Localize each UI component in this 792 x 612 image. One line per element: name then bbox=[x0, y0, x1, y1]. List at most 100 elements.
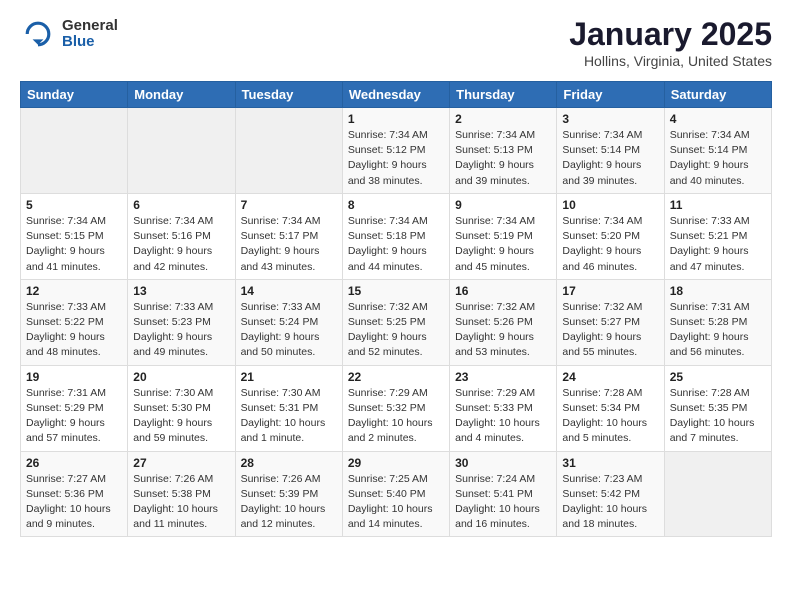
day-info: Sunrise: 7:34 AM Sunset: 5:13 PM Dayligh… bbox=[455, 128, 551, 189]
day-number: 30 bbox=[455, 456, 551, 470]
title-block: January 2025 Hollins, Virginia, United S… bbox=[569, 16, 772, 69]
day-cell: 21 Sunrise: 7:30 AM Sunset: 5:31 PM Dayli… bbox=[235, 365, 342, 451]
day-info: Sunrise: 7:31 AM Sunset: 5:28 PM Dayligh… bbox=[670, 300, 766, 361]
day-info: Sunrise: 7:26 AM Sunset: 5:38 PM Dayligh… bbox=[133, 472, 229, 533]
day-cell: 28 Sunrise: 7:26 AM Sunset: 5:39 PM Dayli… bbox=[235, 451, 342, 537]
day-info: Sunrise: 7:33 AM Sunset: 5:24 PM Dayligh… bbox=[241, 300, 337, 361]
day-cell: 12 Sunrise: 7:33 AM Sunset: 5:22 PM Dayli… bbox=[21, 279, 128, 365]
day-cell: 19 Sunrise: 7:31 AM Sunset: 5:29 PM Dayli… bbox=[21, 365, 128, 451]
day-number: 21 bbox=[241, 370, 337, 384]
day-cell: 2 Sunrise: 7:34 AM Sunset: 5:13 PM Daylig… bbox=[450, 108, 557, 194]
day-number: 25 bbox=[670, 370, 766, 384]
day-number: 24 bbox=[562, 370, 658, 384]
day-number: 11 bbox=[670, 198, 766, 212]
day-number: 16 bbox=[455, 284, 551, 298]
day-number: 22 bbox=[348, 370, 444, 384]
day-number: 20 bbox=[133, 370, 229, 384]
day-info: Sunrise: 7:34 AM Sunset: 5:19 PM Dayligh… bbox=[455, 214, 551, 275]
day-header-saturday: Saturday bbox=[664, 82, 771, 108]
day-header-monday: Monday bbox=[128, 82, 235, 108]
header: General Blue January 2025 Hollins, Virgi… bbox=[20, 16, 772, 69]
day-cell: 31 Sunrise: 7:23 AM Sunset: 5:42 PM Dayli… bbox=[557, 451, 664, 537]
day-number: 28 bbox=[241, 456, 337, 470]
day-cell: 6Sunrise: 7:34 AM Sunset: 5:16 PM Daylig… bbox=[128, 193, 235, 279]
day-info: Sunrise: 7:25 AM Sunset: 5:40 PM Dayligh… bbox=[348, 472, 444, 533]
day-info: Sunrise: 7:32 AM Sunset: 5:27 PM Dayligh… bbox=[562, 300, 658, 361]
day-header-tuesday: Tuesday bbox=[235, 82, 342, 108]
day-info: Sunrise: 7:30 AM Sunset: 5:31 PM Dayligh… bbox=[241, 386, 337, 447]
day-info: Sunrise: 7:33 AM Sunset: 5:21 PM Dayligh… bbox=[670, 214, 766, 275]
day-number: 9 bbox=[455, 198, 551, 212]
day-cell: 27 Sunrise: 7:26 AM Sunset: 5:38 PM Dayli… bbox=[128, 451, 235, 537]
day-cell: 15Sunrise: 7:32 AM Sunset: 5:25 PM Dayli… bbox=[342, 279, 449, 365]
day-cell: 9 Sunrise: 7:34 AM Sunset: 5:19 PM Daylig… bbox=[450, 193, 557, 279]
day-number: 12 bbox=[26, 284, 122, 298]
day-info: Sunrise: 7:30 AM Sunset: 5:30 PM Dayligh… bbox=[133, 386, 229, 447]
day-info: Sunrise: 7:34 AM Sunset: 5:17 PM Dayligh… bbox=[241, 214, 337, 275]
day-number: 3 bbox=[562, 112, 658, 126]
day-cell: 8Sunrise: 7:34 AM Sunset: 5:18 PM Daylig… bbox=[342, 193, 449, 279]
day-info: Sunrise: 7:23 AM Sunset: 5:42 PM Dayligh… bbox=[562, 472, 658, 533]
day-cell: 23 Sunrise: 7:29 AM Sunset: 5:33 PM Dayli… bbox=[450, 365, 557, 451]
day-number: 4 bbox=[670, 112, 766, 126]
day-info: Sunrise: 7:28 AM Sunset: 5:34 PM Dayligh… bbox=[562, 386, 658, 447]
day-cell: 18 Sunrise: 7:31 AM Sunset: 5:28 PM Dayli… bbox=[664, 279, 771, 365]
day-header-wednesday: Wednesday bbox=[342, 82, 449, 108]
day-cell: 13Sunrise: 7:33 AM Sunset: 5:23 PM Dayli… bbox=[128, 279, 235, 365]
day-info: Sunrise: 7:34 AM Sunset: 5:14 PM Dayligh… bbox=[562, 128, 658, 189]
week-row-2: 5Sunrise: 7:34 AM Sunset: 5:15 PM Daylig… bbox=[21, 193, 772, 279]
day-info: Sunrise: 7:34 AM Sunset: 5:20 PM Dayligh… bbox=[562, 214, 658, 275]
month-title: January 2025 bbox=[569, 16, 772, 53]
day-number: 2 bbox=[455, 112, 551, 126]
day-cell: 26Sunrise: 7:27 AM Sunset: 5:36 PM Dayli… bbox=[21, 451, 128, 537]
day-number: 23 bbox=[455, 370, 551, 384]
day-cell: 25 Sunrise: 7:28 AM Sunset: 5:35 PM Dayli… bbox=[664, 365, 771, 451]
logo-blue-text: Blue bbox=[62, 34, 118, 51]
day-info: Sunrise: 7:24 AM Sunset: 5:41 PM Dayligh… bbox=[455, 472, 551, 533]
day-number: 29 bbox=[348, 456, 444, 470]
page: General Blue January 2025 Hollins, Virgi… bbox=[0, 0, 792, 547]
day-header-thursday: Thursday bbox=[450, 82, 557, 108]
day-info: Sunrise: 7:29 AM Sunset: 5:32 PM Dayligh… bbox=[348, 386, 444, 447]
day-cell: 4 Sunrise: 7:34 AM Sunset: 5:14 PM Daylig… bbox=[664, 108, 771, 194]
day-info: Sunrise: 7:34 AM Sunset: 5:14 PM Dayligh… bbox=[670, 128, 766, 189]
calendar-header-row: SundayMondayTuesdayWednesdayThursdayFrid… bbox=[21, 82, 772, 108]
day-number: 14 bbox=[241, 284, 337, 298]
day-cell bbox=[21, 108, 128, 194]
logo-general-text: General bbox=[62, 18, 118, 35]
day-number: 31 bbox=[562, 456, 658, 470]
day-number: 27 bbox=[133, 456, 229, 470]
day-info: Sunrise: 7:29 AM Sunset: 5:33 PM Dayligh… bbox=[455, 386, 551, 447]
day-cell: 16 Sunrise: 7:32 AM Sunset: 5:26 PM Dayli… bbox=[450, 279, 557, 365]
day-info: Sunrise: 7:32 AM Sunset: 5:25 PM Dayligh… bbox=[348, 300, 444, 361]
day-cell: 22 Sunrise: 7:29 AM Sunset: 5:32 PM Dayli… bbox=[342, 365, 449, 451]
day-info: Sunrise: 7:26 AM Sunset: 5:39 PM Dayligh… bbox=[241, 472, 337, 533]
day-info: Sunrise: 7:32 AM Sunset: 5:26 PM Dayligh… bbox=[455, 300, 551, 361]
logo-text: General Blue bbox=[62, 18, 118, 51]
location: Hollins, Virginia, United States bbox=[569, 53, 772, 69]
day-cell: 29 Sunrise: 7:25 AM Sunset: 5:40 PM Dayli… bbox=[342, 451, 449, 537]
day-number: 7 bbox=[241, 198, 337, 212]
day-cell: 1Sunrise: 7:34 AM Sunset: 5:12 PM Daylig… bbox=[342, 108, 449, 194]
day-number: 18 bbox=[670, 284, 766, 298]
day-number: 19 bbox=[26, 370, 122, 384]
week-row-4: 19 Sunrise: 7:31 AM Sunset: 5:29 PM Dayli… bbox=[21, 365, 772, 451]
week-row-5: 26Sunrise: 7:27 AM Sunset: 5:36 PM Dayli… bbox=[21, 451, 772, 537]
day-cell: 17 Sunrise: 7:32 AM Sunset: 5:27 PM Dayli… bbox=[557, 279, 664, 365]
day-cell: 20 Sunrise: 7:30 AM Sunset: 5:30 PM Dayli… bbox=[128, 365, 235, 451]
day-number: 17 bbox=[562, 284, 658, 298]
day-number: 5 bbox=[26, 198, 122, 212]
day-cell: 3 Sunrise: 7:34 AM Sunset: 5:14 PM Daylig… bbox=[557, 108, 664, 194]
day-cell: 5Sunrise: 7:34 AM Sunset: 5:15 PM Daylig… bbox=[21, 193, 128, 279]
day-cell: 10Sunrise: 7:34 AM Sunset: 5:20 PM Dayli… bbox=[557, 193, 664, 279]
day-cell: 11 Sunrise: 7:33 AM Sunset: 5:21 PM Dayli… bbox=[664, 193, 771, 279]
calendar-table: SundayMondayTuesdayWednesdayThursdayFrid… bbox=[20, 81, 772, 537]
day-info: Sunrise: 7:31 AM Sunset: 5:29 PM Dayligh… bbox=[26, 386, 122, 447]
day-info: Sunrise: 7:28 AM Sunset: 5:35 PM Dayligh… bbox=[670, 386, 766, 447]
week-row-3: 12 Sunrise: 7:33 AM Sunset: 5:22 PM Dayli… bbox=[21, 279, 772, 365]
day-number: 1 bbox=[348, 112, 444, 126]
day-info: Sunrise: 7:33 AM Sunset: 5:22 PM Dayligh… bbox=[26, 300, 122, 361]
logo-icon bbox=[20, 16, 56, 52]
day-info: Sunrise: 7:34 AM Sunset: 5:18 PM Dayligh… bbox=[348, 214, 444, 275]
day-cell bbox=[664, 451, 771, 537]
